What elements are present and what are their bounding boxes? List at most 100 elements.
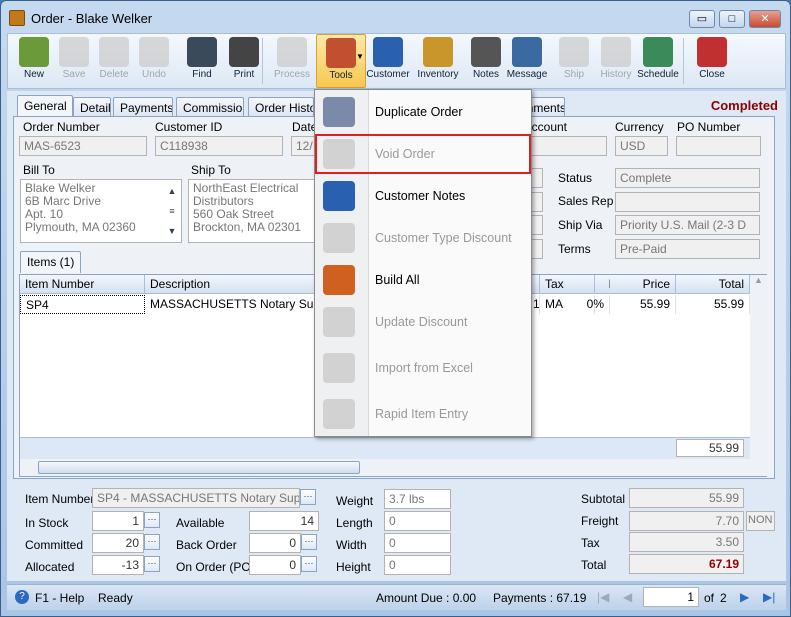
menu-item-duplicate-order[interactable]: Duplicate Order bbox=[315, 92, 531, 132]
col-item-number[interactable]: Item Number bbox=[20, 275, 145, 294]
allocated-lookup-button[interactable]: ··· bbox=[144, 556, 160, 572]
close-window-button[interactable]: ✕ bbox=[749, 10, 781, 28]
toolbar-close-button[interactable]: Close bbox=[690, 34, 734, 88]
ship-via-field[interactable]: Priority U.S. Mail (2-3 D bbox=[615, 215, 760, 235]
length-field[interactable]: 0 bbox=[384, 511, 451, 531]
on-order-lookup-button[interactable]: ··· bbox=[301, 556, 317, 572]
toolbar-save-button[interactable]: Save bbox=[52, 34, 96, 88]
tab-payments[interactable]: Payments bbox=[113, 97, 173, 117]
currency-field[interactable]: USD bbox=[615, 136, 668, 156]
horizontal-scrollbar[interactable] bbox=[20, 459, 750, 476]
cell-disc[interactable]: 0% bbox=[580, 295, 610, 314]
ship-to-address[interactable]: NorthEast Electrical Distributors 560 Oak … bbox=[188, 179, 318, 243]
hidden-field-1[interactable] bbox=[531, 168, 543, 188]
toolbar-new-button[interactable]: New bbox=[12, 34, 56, 88]
col-tax[interactable]: Tax bbox=[540, 275, 595, 294]
toolbar-label: Process bbox=[273, 69, 311, 80]
tools-dropdown-arrow-icon[interactable]: ▼ bbox=[356, 52, 364, 61]
help-label[interactable]: F1 - Help bbox=[35, 591, 84, 605]
sales-rep-field[interactable] bbox=[615, 192, 760, 212]
terms-field[interactable]: Pre-Paid bbox=[615, 239, 760, 259]
first-page-button[interactable]: |◀ bbox=[597, 590, 609, 604]
allocated-field[interactable]: -13 bbox=[92, 555, 144, 575]
menu-item-customer-type-discount[interactable]: Customer Type Discount bbox=[315, 218, 531, 258]
hidden-field-2[interactable] bbox=[531, 192, 543, 212]
col-total[interactable]: Total bbox=[676, 275, 750, 294]
next-page-button[interactable]: ▶ bbox=[740, 590, 749, 604]
menu-item-void-order[interactable]: Void Order bbox=[315, 134, 531, 174]
freight-field[interactable]: 7.70 bbox=[629, 511, 744, 531]
toolbar-process-button[interactable]: Process bbox=[270, 34, 314, 88]
toolbar-notes-button[interactable]: Notes bbox=[464, 34, 508, 88]
toolbar-schedule-button[interactable]: Schedule bbox=[636, 34, 680, 88]
menu-item-build-all[interactable]: Build All bbox=[315, 260, 531, 300]
status-label: Status bbox=[558, 171, 593, 185]
allocated-label: Allocated bbox=[25, 560, 75, 574]
item-lookup-button[interactable]: ··· bbox=[300, 489, 316, 505]
toolbar: New Save Delete Undo Find Print Process Tools Cu… bbox=[7, 33, 786, 89]
page-input[interactable]: 1 bbox=[643, 587, 699, 607]
toolbar-customer-button[interactable]: Customer bbox=[366, 34, 410, 88]
cell-total[interactable]: 55.99 bbox=[676, 295, 750, 314]
menu-item-label: Void Order bbox=[375, 147, 435, 161]
minimize-button[interactable]: ▭ bbox=[689, 10, 715, 28]
tab-general[interactable]: General bbox=[17, 95, 73, 117]
toolbar-find-button[interactable]: Find bbox=[180, 34, 224, 88]
tab-order-history[interactable]: Order History bbox=[248, 97, 314, 117]
menu-item-import-from-excel[interactable]: Import from Excel bbox=[315, 348, 531, 388]
hidden-field-3[interactable] bbox=[531, 215, 543, 235]
tab-detail[interactable]: Detail bbox=[73, 97, 111, 117]
committed-lookup-button[interactable]: ··· bbox=[144, 534, 160, 550]
prev-page-button[interactable]: ◀ bbox=[623, 590, 632, 604]
tab-commission[interactable]: Commission bbox=[176, 97, 244, 117]
width-field[interactable]: 0 bbox=[384, 533, 451, 553]
menu-item-customer-notes[interactable]: Customer Notes bbox=[315, 176, 531, 216]
in-stock-field[interactable]: 1 bbox=[92, 511, 144, 531]
duplicate-order-icon bbox=[323, 97, 355, 127]
cell-item-number[interactable]: SP4 bbox=[20, 295, 145, 314]
order-number-field[interactable]: MAS-6523 bbox=[19, 136, 147, 156]
account-field[interactable] bbox=[531, 136, 607, 156]
toolbar-tools-button[interactable]: Tools bbox=[316, 34, 366, 88]
tab-items[interactable]: Items (1) bbox=[20, 251, 82, 273]
weight-field[interactable]: 3.7 lbs bbox=[384, 489, 451, 509]
back-order-field[interactable]: 0 bbox=[249, 533, 301, 553]
freight-code-field[interactable]: NON bbox=[746, 511, 775, 531]
toolbar-ship-button[interactable]: Ship bbox=[552, 34, 596, 88]
po-number-field[interactable] bbox=[676, 136, 761, 156]
col-price[interactable]: Price bbox=[610, 275, 676, 294]
scroll-thumb[interactable] bbox=[38, 461, 360, 474]
menu-item-label: Import from Excel bbox=[375, 361, 473, 375]
bill-to-address[interactable]: Blake Welker 6B Marc Drive Apt. 10 Plymouth… bbox=[20, 179, 182, 243]
menu-item-rapid-item-entry[interactable]: Rapid Item Entry bbox=[315, 394, 531, 434]
on-order-label: On Order (PO) bbox=[176, 560, 255, 574]
toolbar-print-button[interactable]: Print bbox=[222, 34, 266, 88]
vertical-scrollbar[interactable]: ▲ bbox=[750, 275, 767, 476]
hidden-field-4[interactable] bbox=[531, 239, 543, 259]
customer-icon bbox=[373, 37, 403, 67]
on-order-field[interactable]: 0 bbox=[249, 555, 301, 575]
subtotal-field: 55.99 bbox=[629, 488, 744, 508]
status-field[interactable]: Complete bbox=[615, 168, 760, 188]
height-field[interactable]: 0 bbox=[384, 555, 451, 575]
toolbar-message-button[interactable]: Message bbox=[505, 34, 549, 88]
maximize-button[interactable]: □ bbox=[719, 10, 745, 28]
in-stock-lookup-button[interactable]: ··· bbox=[144, 512, 160, 528]
help-icon[interactable]: ? bbox=[15, 590, 29, 604]
cell-price[interactable]: 55.99 bbox=[610, 295, 676, 314]
last-page-button[interactable]: ▶| bbox=[763, 590, 775, 604]
item-number-field[interactable]: SP4 - MASSACHUSETTS Notary Supplies P bbox=[92, 488, 300, 508]
committed-field[interactable]: 20 bbox=[92, 533, 144, 553]
back-order-lookup-button[interactable]: ··· bbox=[301, 534, 317, 550]
toolbar-label: Schedule bbox=[637, 69, 679, 80]
available-field[interactable]: 14 bbox=[249, 511, 319, 531]
toolbar-history-button[interactable]: History bbox=[594, 34, 638, 88]
bill-to-scrollbar[interactable]: ▲ ≡ ▼ bbox=[164, 181, 180, 241]
toolbar-undo-button[interactable]: Undo bbox=[132, 34, 176, 88]
currency-label: Currency bbox=[615, 120, 664, 134]
toolbar-inventory-button[interactable]: Inventory bbox=[416, 34, 460, 88]
toolbar-label: Customer bbox=[366, 69, 410, 80]
customer-id-field[interactable]: C118938 bbox=[155, 136, 283, 156]
toolbar-delete-button[interactable]: Delete bbox=[92, 34, 136, 88]
menu-item-update-discount[interactable]: Update Discount bbox=[315, 302, 531, 342]
